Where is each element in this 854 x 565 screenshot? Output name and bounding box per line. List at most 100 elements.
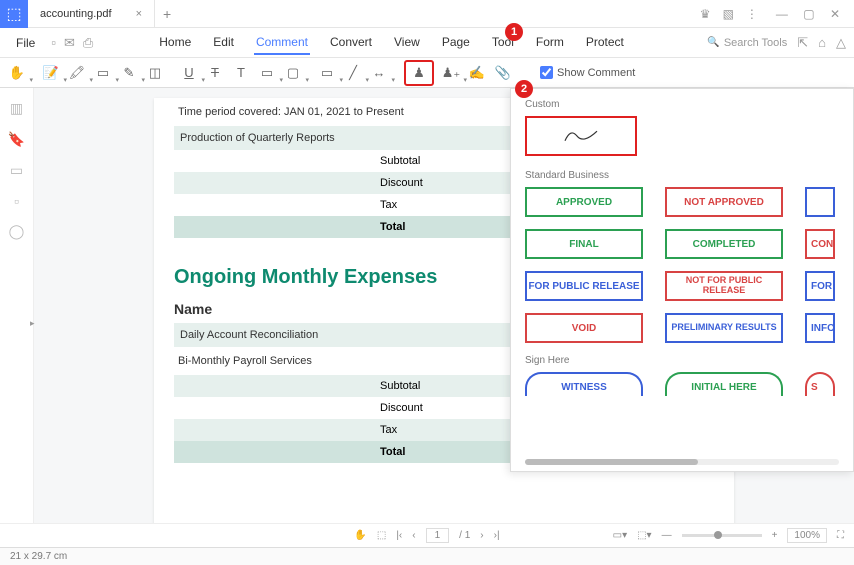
- shape-rect-icon[interactable]: ▭: [318, 64, 336, 82]
- fit-page-icon[interactable]: ⬚▾: [637, 530, 651, 541]
- signature-icon: [561, 124, 601, 148]
- measure-icon[interactable]: ↔: [370, 64, 388, 82]
- total-label: Total: [380, 221, 458, 233]
- comments-panel-icon[interactable]: ◯: [9, 223, 25, 240]
- tab-convert[interactable]: Convert: [328, 31, 374, 55]
- stamp-not-public[interactable]: NOT FOR PUBLIC RELEASE: [665, 271, 783, 301]
- menu-bar: File ▫ ✉ ⎙ Home Edit Comment Convert Vie…: [0, 28, 854, 58]
- pencil-icon[interactable]: ✎: [120, 64, 138, 82]
- standard-section-label: Standard Business: [525, 170, 853, 181]
- share-icon[interactable]: ⇱: [797, 35, 808, 51]
- stamp-preliminary[interactable]: PRELIMINARY RESULTS: [665, 313, 783, 343]
- tab-view[interactable]: View: [392, 31, 422, 55]
- comment-toolbar: ✋ 📝 🖍 ▭ ✎ ◫ U T T ▭ ▢ ▭ ╱ ↔ ♟ ♟₊ ✍ 📎 Sho…: [0, 58, 854, 88]
- subtotal-label-2: Subtotal: [380, 380, 458, 392]
- fit-width-icon[interactable]: ▭▾: [613, 530, 627, 541]
- tax-label-2: Tax: [380, 424, 458, 436]
- document-tab[interactable]: accounting.pdf ×: [28, 0, 155, 27]
- stamp-initial-here[interactable]: INITIAL HERE: [665, 372, 783, 396]
- fullscreen-icon[interactable]: ⛶: [837, 530, 844, 541]
- stamp-approved[interactable]: APPROVED: [525, 187, 643, 217]
- print-icon[interactable]: ⎙: [83, 35, 93, 51]
- minimize-icon[interactable]: —: [770, 7, 794, 21]
- page-number-input[interactable]: 1: [426, 528, 450, 543]
- crown-icon[interactable]: ♛: [700, 7, 711, 21]
- stamp-partial[interactable]: FOR: [805, 271, 835, 301]
- title-bar: ⬚ accounting.pdf × + ♛ ▧ ⋮ — ▢ ✕: [0, 0, 854, 28]
- mail-icon[interactable]: ✉: [64, 35, 75, 51]
- file-menu[interactable]: File: [8, 32, 43, 54]
- zoom-in-icon[interactable]: +: [772, 530, 778, 541]
- note-icon[interactable]: 📝: [42, 64, 60, 82]
- custom-section-label: Custom: [525, 99, 853, 110]
- add-tab-icon[interactable]: +: [155, 6, 179, 22]
- rail-splitter-icon[interactable]: ▸: [30, 318, 35, 329]
- help-icon[interactable]: △: [836, 35, 846, 51]
- horizontal-scrollbar[interactable]: [525, 459, 839, 465]
- stamp-partial[interactable]: [805, 187, 835, 217]
- stamp-void[interactable]: VOID: [525, 313, 643, 343]
- stamp-public-release[interactable]: FOR PUBLIC RELEASE: [525, 271, 643, 301]
- thumbnails-icon[interactable]: ▥: [10, 100, 23, 117]
- zoom-value[interactable]: 100%: [787, 528, 827, 543]
- close-window-icon[interactable]: ✕: [824, 7, 846, 21]
- total-label-2: Total: [380, 446, 458, 458]
- hand-tool-icon[interactable]: ✋: [8, 64, 26, 82]
- signature-icon[interactable]: ✍: [468, 64, 486, 82]
- next-page-icon[interactable]: ›: [480, 530, 483, 541]
- close-tab-icon[interactable]: ×: [136, 8, 142, 20]
- attachment-icon[interactable]: 📎: [494, 64, 512, 82]
- callout-icon[interactable]: ▢: [284, 64, 302, 82]
- stamp-partial[interactable]: CON: [805, 229, 835, 259]
- callout-badge-2: 2: [515, 80, 533, 98]
- eraser-icon[interactable]: ◫: [146, 64, 164, 82]
- stamp-not-approved[interactable]: NOT APPROVED: [665, 187, 783, 217]
- discount-label: Discount: [380, 177, 458, 189]
- tab-form[interactable]: Form: [534, 31, 566, 55]
- zoom-slider[interactable]: [682, 534, 762, 537]
- textbox-icon[interactable]: ▭: [258, 64, 276, 82]
- tab-protect[interactable]: Protect: [584, 31, 626, 55]
- subtotal-label: Subtotal: [380, 155, 458, 167]
- stamp-final[interactable]: FINAL: [525, 229, 643, 259]
- gift-icon[interactable]: ▧: [723, 7, 734, 21]
- area-highlight-icon[interactable]: ▭: [94, 64, 112, 82]
- page-total: / 1: [459, 530, 470, 541]
- stamp-completed[interactable]: COMPLETED: [665, 229, 783, 259]
- tab-page[interactable]: Page: [440, 31, 472, 55]
- select-nav-icon[interactable]: ⬚: [377, 530, 386, 541]
- tab-home[interactable]: Home: [157, 31, 193, 55]
- search-input[interactable]: Search Tools: [707, 37, 787, 49]
- save-icon[interactable]: ▫: [51, 35, 56, 51]
- tab-comment[interactable]: Comment: [254, 31, 310, 55]
- first-page-icon[interactable]: |‹: [396, 530, 402, 541]
- more-icon[interactable]: ⋮: [746, 7, 758, 21]
- show-comment-toggle[interactable]: Show Comment: [540, 66, 635, 79]
- custom-signature-stamp[interactable]: [525, 116, 637, 156]
- stamp-witness[interactable]: WITNESS: [525, 372, 643, 396]
- show-comment-label: Show Comment: [557, 67, 635, 79]
- stamp-add-icon[interactable]: ♟₊: [442, 64, 460, 82]
- prev-page-icon[interactable]: ‹: [412, 530, 415, 541]
- maximize-icon[interactable]: ▢: [797, 7, 820, 21]
- hand-nav-icon[interactable]: ✋: [354, 530, 366, 541]
- stamp-partial[interactable]: INFOR: [805, 313, 835, 343]
- text-tool-icon[interactable]: T: [232, 64, 250, 82]
- highlight-icon[interactable]: 🖍: [68, 64, 86, 82]
- attachments-icon[interactable]: ▫: [14, 193, 19, 209]
- app-icon: ⬚: [0, 0, 28, 28]
- layers-icon[interactable]: ▭: [10, 162, 23, 179]
- stamp-partial[interactable]: S: [805, 372, 835, 396]
- stamp-grid: APPROVED NOT APPROVED FINAL COMPLETED CO…: [525, 187, 853, 343]
- shape-line-icon[interactable]: ╱: [344, 64, 362, 82]
- tab-title: accounting.pdf: [40, 8, 112, 20]
- strikethrough-icon[interactable]: T: [206, 64, 224, 82]
- tab-edit[interactable]: Edit: [211, 31, 236, 55]
- show-comment-checkbox[interactable]: [540, 66, 553, 79]
- underline-icon[interactable]: U: [180, 64, 198, 82]
- last-page-icon[interactable]: ›|: [494, 530, 500, 541]
- stamp-tool[interactable]: ♟: [404, 60, 434, 86]
- zoom-out-icon[interactable]: —: [662, 530, 672, 541]
- cloud-icon[interactable]: ⌂: [818, 35, 826, 50]
- bookmark-icon[interactable]: 🔖: [8, 131, 25, 148]
